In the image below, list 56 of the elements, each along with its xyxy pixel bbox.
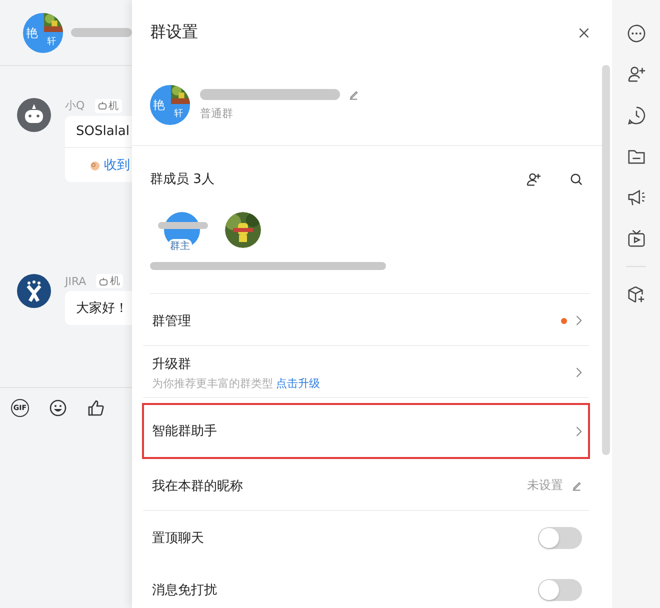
badge-text: 机 [110,274,120,288]
toggle-switch[interactable] [538,526,582,548]
chevron-icon [575,426,582,436]
owner-badge: 群主 [168,239,192,253]
robot-avatar-icon [17,98,51,132]
more-icon[interactable] [626,24,646,43]
row-label: 升级群 [152,356,192,372]
add-member-icon[interactable] [526,172,541,186]
sender-name: JIRA [65,274,86,288]
avatar-text: 艳 [26,24,38,42]
folder-icon[interactable] [626,147,646,166]
close-icon[interactable] [578,26,590,38]
members-title: 群成员 3人 [150,171,216,188]
settings-row[interactable]: 升级群 为你推荐更丰富的群类型 点击升级 [142,346,590,398]
edit-icon[interactable] [348,89,359,100]
robot-icon [99,276,108,286]
sender-name: 小Q [65,98,85,113]
megaphone-icon[interactable] [626,188,646,207]
smile-icon[interactable] [49,399,67,417]
row-label: 智能群助手 [152,423,218,440]
bot-avatar-icon [17,274,51,308]
row-subtitle: 为你推荐更丰富的群类型 [152,376,273,390]
cube-plus-icon[interactable] [626,285,646,304]
redaction-bar [71,28,132,37]
toggle-switch[interactable] [538,578,582,600]
video-icon[interactable] [626,229,646,248]
avatar-text: 轩 [174,108,183,120]
settings-row[interactable]: 智能群助手 [142,403,590,459]
edit-icon[interactable] [571,480,582,491]
message-text: SOSlalal [75,123,131,141]
scrollbar-thumb[interactable] [602,65,610,455]
chevron-icon [575,315,582,326]
settings-row[interactable]: 我在本群的昵称 未设置 [142,459,590,511]
drawer-title: 群设置 [150,22,198,43]
row-label: 置顶聊天 [152,530,205,546]
reply-link[interactable]: 收到 [104,156,130,174]
search-icon[interactable] [569,172,584,186]
chevron-icon [575,367,582,378]
thumbs-up-icon[interactable] [87,399,105,417]
row-label: 群管理 [152,312,192,330]
robot-icon [98,101,107,110]
message-text: 大家好！ [75,300,129,318]
avatar-text: 轩 [47,36,56,48]
settings-row[interactable]: 置顶聊天 [142,511,590,563]
redaction-overlay [158,222,208,229]
row-value: 未设置 [527,477,563,494]
row-label: 我在本群的昵称 [152,478,244,494]
badge-text: 机 [108,100,119,112]
avatar-text: 艳 [153,97,165,114]
row-label: 消息免打扰 [152,582,218,598]
group-type: 普通群 [200,106,234,121]
settings-row[interactable]: 群管理 [142,294,590,346]
history-icon[interactable] [626,106,646,125]
upgrade-link[interactable]: 点击升级 [276,376,320,390]
settings-row[interactable]: 消息免打扰 [142,563,590,608]
add-member-icon[interactable] [626,65,646,84]
